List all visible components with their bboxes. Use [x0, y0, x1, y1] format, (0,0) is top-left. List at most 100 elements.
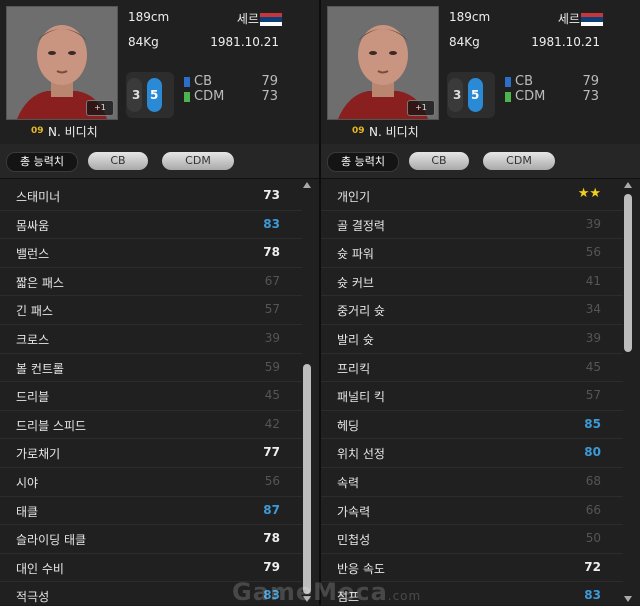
stat-value: 59: [264, 359, 280, 374]
stat-value: 83: [263, 216, 280, 231]
stat-scrollbar[interactable]: [303, 182, 311, 602]
stat-tab-bar: 총 능력치 CB CDM: [321, 144, 640, 179]
player-birthdate: 1981.10.21: [210, 35, 279, 49]
stat-row: 태클 87: [0, 497, 302, 526]
player-photo: +1: [327, 6, 439, 120]
position-rating: 79: [582, 74, 599, 89]
scroll-up-arrow-icon[interactable]: [303, 182, 311, 188]
weak-foot-rating: 3: [132, 88, 141, 102]
stat-value: 39: [264, 330, 280, 345]
stat-row: 헤딩 85: [321, 411, 623, 440]
stat-label: 발리 슛: [337, 332, 374, 347]
stat-value: 87: [263, 502, 280, 517]
weak-foot-rating: 3: [453, 88, 462, 102]
position-name: CB: [515, 74, 533, 89]
stat-value: 78: [263, 531, 280, 546]
player-card-left: +1 189cm 84Kg 세르비아 1981.10.21 3 5 CB 79 …: [0, 0, 319, 605]
stat-row: 민첩성 50: [321, 525, 623, 554]
player-height: 189cm: [449, 10, 491, 24]
player-birthdate: 1981.10.21: [531, 35, 600, 49]
scroll-thumb[interactable]: [624, 194, 632, 352]
player-weight: 84Kg: [128, 35, 159, 49]
stat-row: 프리킥 45: [321, 354, 623, 383]
tab-total-stats[interactable]: 총 능력치: [6, 152, 78, 172]
position-rating: 79: [261, 74, 278, 89]
stat-value: 41: [585, 273, 601, 288]
player-name: N. 비디치: [369, 125, 419, 139]
stat-row: 볼 컨트롤 59: [0, 354, 302, 383]
tab-cb[interactable]: CB: [409, 152, 469, 170]
upgrade-badge: +1: [86, 100, 114, 116]
stat-value: 77: [263, 445, 280, 460]
tab-total-stats[interactable]: 총 능력치: [327, 152, 399, 172]
stat-label: 프리킥: [337, 361, 371, 376]
stat-label: 골 결정력: [337, 218, 385, 233]
stat-list: 개인기 ★★ 골 결정력 39 슛 파워 56 슛 커브 41 중거리 슛 34 발리 슛…: [321, 182, 623, 605]
stat-value: 45: [585, 359, 601, 374]
stat-value: 68: [585, 473, 601, 488]
stat-label: 위치 선정: [337, 447, 385, 462]
player-photo: +1: [6, 6, 118, 120]
stat-value: 79: [263, 559, 280, 574]
stat-value: 57: [585, 388, 601, 403]
cb-color-icon: [184, 77, 190, 87]
player-height: 189cm: [128, 10, 170, 24]
stat-value: 67: [264, 273, 280, 288]
stat-label: 패널티 킥: [337, 390, 385, 405]
stat-label: 볼 컨트롤: [16, 361, 64, 376]
position-rating: 73: [261, 89, 278, 104]
tab-cdm[interactable]: CDM: [483, 152, 555, 170]
stat-row: 가속력 66: [321, 497, 623, 526]
serbia-flag-icon: [580, 12, 604, 27]
stat-row: 가로채기 77: [0, 439, 302, 468]
scroll-down-arrow-icon[interactable]: [624, 596, 632, 602]
watermark-suffix: .com: [387, 589, 422, 603]
stat-value: 56: [585, 245, 601, 260]
scroll-thumb[interactable]: [303, 364, 311, 594]
position-rating: 73: [582, 89, 599, 104]
stat-label: 슛 커브: [337, 275, 374, 290]
stat-value: 39: [585, 330, 601, 345]
stat-row: 골 결정력 39: [321, 211, 623, 240]
stat-label: 스태미너: [16, 190, 61, 204]
stat-tab-bar: 총 능력치 CB CDM: [0, 144, 319, 179]
stat-row: 크로스 39: [0, 325, 302, 354]
stat-row: 발리 슛 39: [321, 325, 623, 354]
stat-label: 긴 패스: [16, 304, 53, 319]
stat-label: 중거리 슛: [337, 304, 385, 319]
stat-label: 반응 속도: [337, 561, 385, 576]
jersey-number: 09: [31, 126, 44, 136]
stat-value: 42: [264, 416, 280, 431]
stat-label: 속력: [337, 475, 360, 490]
scroll-up-arrow-icon[interactable]: [624, 182, 632, 188]
stat-scrollbar[interactable]: [624, 182, 632, 602]
watermark-brand: GameMeca: [232, 578, 388, 606]
tab-cdm[interactable]: CDM: [162, 152, 234, 170]
stat-label: 크로스: [16, 332, 50, 347]
position-name: CDM: [194, 89, 225, 104]
stat-list: 스태미너 73 몸싸움 83 밸런스 78 짧은 패스 67 긴 패스 57 크로스 39 …: [0, 182, 302, 605]
stat-value: 85: [584, 416, 601, 431]
stat-label: 가로채기: [16, 447, 61, 462]
stat-label: 시야: [16, 475, 39, 490]
stat-label: 민첩성: [337, 533, 371, 548]
stat-label: 슛 파워: [337, 247, 374, 262]
player-name: N. 비디치: [48, 125, 98, 139]
stat-value: 73: [263, 188, 280, 202]
stat-value: 66: [585, 502, 601, 517]
stat-label: 짧은 패스: [16, 275, 64, 290]
serbia-flag-icon: [259, 12, 283, 27]
position-name: CDM: [515, 89, 546, 104]
stat-row: 짧은 패스 67: [0, 268, 302, 297]
jersey-number: 09: [352, 126, 365, 136]
upgrade-badge: +1: [407, 100, 435, 116]
stat-value: 34: [585, 302, 601, 317]
stat-row: 패널티 킥 57: [321, 382, 623, 411]
strong-foot-rating: 5: [150, 88, 159, 102]
player-card-right: +1 189cm 84Kg 세르비아 1981.10.21 3 5 CB 79 …: [321, 0, 640, 605]
stat-row: 긴 패스 57: [0, 296, 302, 325]
stat-label: 적극성: [16, 590, 50, 605]
stat-label: 몸싸움: [16, 218, 50, 233]
tab-cb[interactable]: CB: [88, 152, 148, 170]
stat-row: 슬라이딩 태클 78: [0, 525, 302, 554]
